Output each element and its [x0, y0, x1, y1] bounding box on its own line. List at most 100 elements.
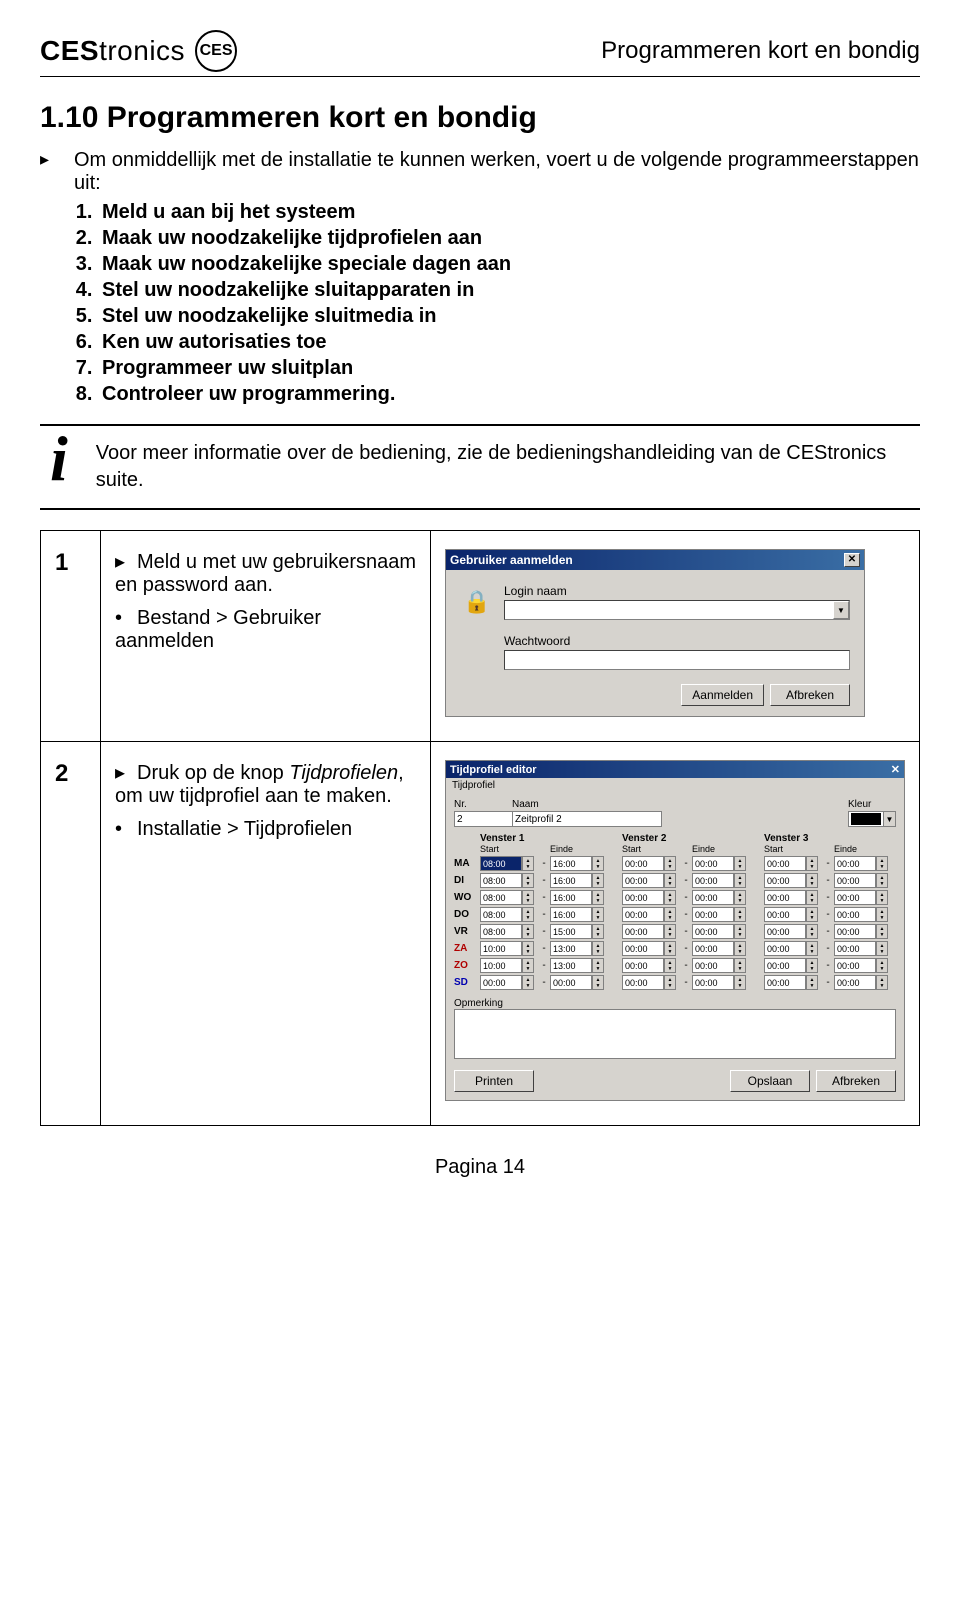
- time-input[interactable]: [692, 856, 734, 871]
- time-spinner[interactable]: ▲▼: [522, 856, 534, 871]
- cancel-button[interactable]: Afbreken: [770, 684, 850, 706]
- time-input[interactable]: [692, 924, 734, 939]
- time-spinner[interactable]: ▲▼: [806, 907, 818, 922]
- time-input[interactable]: [834, 907, 876, 922]
- close-icon[interactable]: ✕: [891, 763, 900, 776]
- time-spinner[interactable]: ▲▼: [876, 856, 888, 871]
- save-button[interactable]: Opslaan: [730, 1070, 810, 1092]
- time-input[interactable]: [764, 941, 806, 956]
- time-spinner[interactable]: ▲▼: [734, 890, 746, 905]
- time-spinner[interactable]: ▲▼: [664, 907, 676, 922]
- time-input[interactable]: [550, 856, 592, 871]
- time-input[interactable]: [834, 856, 876, 871]
- time-input[interactable]: [622, 924, 664, 939]
- time-spinner[interactable]: ▲▼: [734, 907, 746, 922]
- time-input[interactable]: [834, 975, 876, 990]
- time-input[interactable]: [764, 856, 806, 871]
- cancel-button[interactable]: Afbreken: [816, 1070, 896, 1092]
- chevron-down-icon[interactable]: ▼: [833, 601, 849, 619]
- time-spinner[interactable]: ▲▼: [734, 924, 746, 939]
- time-input[interactable]: [764, 907, 806, 922]
- time-spinner[interactable]: ▲▼: [806, 890, 818, 905]
- time-spinner[interactable]: ▲▼: [522, 907, 534, 922]
- time-input[interactable]: [692, 890, 734, 905]
- time-input[interactable]: [764, 873, 806, 888]
- time-spinner[interactable]: ▲▼: [664, 890, 676, 905]
- time-input[interactable]: [550, 958, 592, 973]
- time-input[interactable]: [834, 873, 876, 888]
- time-input[interactable]: [550, 924, 592, 939]
- time-input[interactable]: [622, 873, 664, 888]
- time-spinner[interactable]: ▲▼: [734, 941, 746, 956]
- time-input[interactable]: [550, 975, 592, 990]
- time-input[interactable]: [480, 907, 522, 922]
- time-input[interactable]: [692, 975, 734, 990]
- time-spinner[interactable]: ▲▼: [876, 958, 888, 973]
- time-spinner[interactable]: ▲▼: [664, 975, 676, 990]
- time-input[interactable]: [764, 890, 806, 905]
- time-spinner[interactable]: ▲▼: [806, 975, 818, 990]
- time-input[interactable]: [480, 975, 522, 990]
- time-spinner[interactable]: ▲▼: [876, 975, 888, 990]
- time-spinner[interactable]: ▲▼: [806, 856, 818, 871]
- time-input[interactable]: [764, 975, 806, 990]
- time-spinner[interactable]: ▲▼: [734, 958, 746, 973]
- time-spinner[interactable]: ▲▼: [592, 873, 604, 888]
- time-input[interactable]: [550, 873, 592, 888]
- time-input[interactable]: [550, 907, 592, 922]
- time-spinner[interactable]: ▲▼: [522, 890, 534, 905]
- time-input[interactable]: [480, 856, 522, 871]
- time-spinner[interactable]: ▲▼: [664, 856, 676, 871]
- time-spinner[interactable]: ▲▼: [522, 975, 534, 990]
- time-spinner[interactable]: ▲▼: [522, 873, 534, 888]
- chevron-down-icon[interactable]: ▼: [883, 812, 895, 826]
- time-input[interactable]: [764, 924, 806, 939]
- time-spinner[interactable]: ▲▼: [592, 941, 604, 956]
- time-spinner[interactable]: ▲▼: [522, 958, 534, 973]
- time-spinner[interactable]: ▲▼: [664, 941, 676, 956]
- time-spinner[interactable]: ▲▼: [522, 924, 534, 939]
- time-spinner[interactable]: ▲▼: [592, 890, 604, 905]
- time-input[interactable]: [480, 924, 522, 939]
- kleur-picker[interactable]: ▼: [848, 811, 896, 827]
- time-spinner[interactable]: ▲▼: [592, 975, 604, 990]
- time-input[interactable]: [834, 958, 876, 973]
- time-input[interactable]: [622, 856, 664, 871]
- time-input[interactable]: [550, 941, 592, 956]
- time-spinner[interactable]: ▲▼: [876, 907, 888, 922]
- time-spinner[interactable]: ▲▼: [592, 958, 604, 973]
- time-spinner[interactable]: ▲▼: [592, 856, 604, 871]
- time-input[interactable]: [622, 941, 664, 956]
- time-spinner[interactable]: ▲▼: [592, 924, 604, 939]
- login-button[interactable]: Aanmelden: [681, 684, 764, 706]
- login-name-input[interactable]: [504, 600, 850, 620]
- time-spinner[interactable]: ▲▼: [664, 873, 676, 888]
- dialog-menu[interactable]: Tijdprofiel: [446, 778, 904, 793]
- time-spinner[interactable]: ▲▼: [806, 924, 818, 939]
- time-spinner[interactable]: ▲▼: [806, 941, 818, 956]
- time-input[interactable]: [764, 958, 806, 973]
- time-spinner[interactable]: ▲▼: [876, 890, 888, 905]
- time-input[interactable]: [622, 890, 664, 905]
- time-input[interactable]: [480, 873, 522, 888]
- time-input[interactable]: [834, 941, 876, 956]
- time-spinner[interactable]: ▲▼: [876, 924, 888, 939]
- time-input[interactable]: [834, 890, 876, 905]
- time-input[interactable]: [692, 907, 734, 922]
- time-spinner[interactable]: ▲▼: [522, 941, 534, 956]
- time-input[interactable]: [692, 958, 734, 973]
- time-input[interactable]: [550, 890, 592, 905]
- time-input[interactable]: [622, 975, 664, 990]
- time-input[interactable]: [692, 941, 734, 956]
- time-spinner[interactable]: ▲▼: [734, 856, 746, 871]
- opmerking-textarea[interactable]: [454, 1009, 896, 1059]
- time-spinner[interactable]: ▲▼: [664, 924, 676, 939]
- naam-input[interactable]: [512, 811, 662, 827]
- password-input[interactable]: [504, 650, 850, 670]
- print-button[interactable]: Printen: [454, 1070, 534, 1092]
- time-input[interactable]: [480, 941, 522, 956]
- time-spinner[interactable]: ▲▼: [734, 975, 746, 990]
- time-input[interactable]: [834, 924, 876, 939]
- time-input[interactable]: [622, 958, 664, 973]
- time-input[interactable]: [480, 890, 522, 905]
